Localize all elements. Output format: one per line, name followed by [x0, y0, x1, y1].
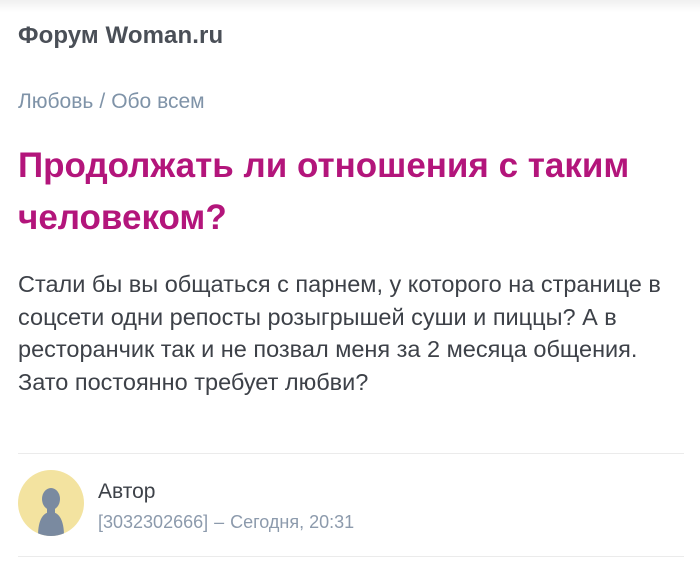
meta-separator: –	[214, 512, 225, 532]
breadcrumb-item-about-everything[interactable]: Обо всем	[111, 90, 204, 113]
user-silhouette-icon	[38, 488, 64, 536]
breadcrumb: Любовь / Обо всем	[18, 90, 205, 114]
page: Форум Woman.ru Любовь / Обо всем Продолжат…	[0, 0, 700, 568]
post-meta: [3032302666] – Сегодня, 20:31	[98, 512, 354, 533]
topic-body: Стали бы вы общаться с парнем, у которог…	[18, 271, 661, 395]
site-title-link[interactable]: Форум Woman.ru	[18, 22, 223, 50]
divider-bottom	[18, 556, 684, 557]
breadcrumb-separator: /	[99, 90, 106, 113]
divider-top	[18, 453, 684, 454]
author-name[interactable]: Автор	[98, 480, 155, 504]
topic-title: Продолжать ли отношения с таким человеко…	[18, 146, 630, 237]
header-shadow	[0, 0, 700, 12]
avatar[interactable]	[18, 470, 84, 536]
breadcrumb-item-love[interactable]: Любовь	[18, 90, 93, 113]
post-timestamp: Сегодня, 20:31	[230, 512, 355, 532]
author-id: [3032302666]	[98, 512, 209, 532]
